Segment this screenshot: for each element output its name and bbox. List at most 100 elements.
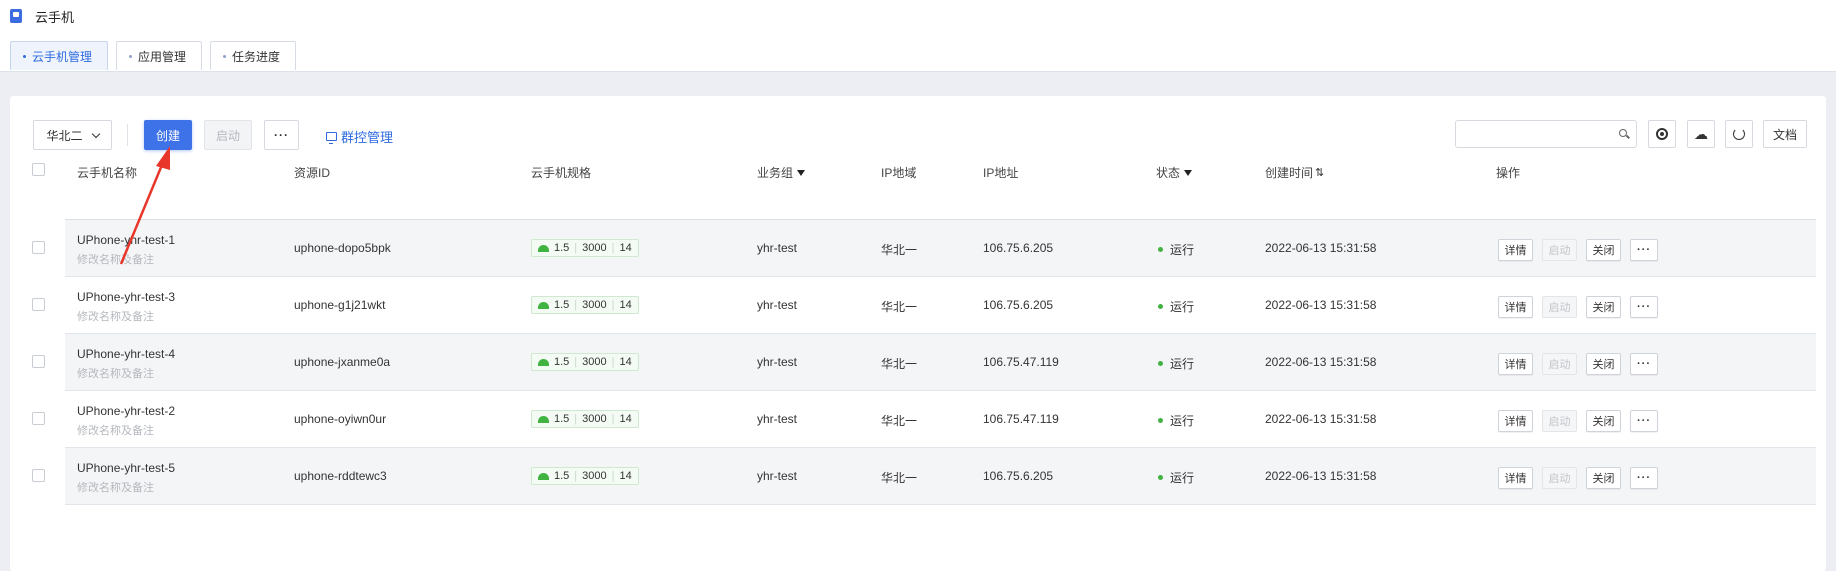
spec-android-version: 14 <box>619 299 632 311</box>
status-text: 运行 <box>1170 471 1195 485</box>
row-checkbox[interactable] <box>32 412 45 425</box>
row-close-button[interactable]: 关闭 <box>1586 296 1621 318</box>
status-indicator: 运行 <box>1158 469 1194 486</box>
more-actions-button[interactable]: ··· <box>264 120 299 150</box>
row-divider <box>65 504 1816 505</box>
row-start-button[interactable]: 启动 <box>1542 239 1577 261</box>
row-start-button[interactable]: 启动 <box>1542 296 1577 318</box>
tab-app-management[interactable]: 应用管理 <box>116 41 203 70</box>
created-time: 2022-06-13 15:31:58 <box>1265 355 1377 369</box>
column-header-ip-region: IP地域 <box>881 166 917 180</box>
row-more-button[interactable]: ··· <box>1630 296 1658 318</box>
row-checkbox[interactable] <box>32 355 45 368</box>
table-row: UPhone-yhr-test-5 修改名称及备注 uphone-rddtewc3 1… <box>10 448 1826 505</box>
column-header-created-time[interactable]: 创建时间 ⇅ <box>1265 164 1324 181</box>
spec-separator: | <box>611 413 615 425</box>
tab-label: 任务进度 <box>232 49 281 64</box>
resource-id: uphone-jxanme0a <box>294 355 391 369</box>
column-header-business-group[interactable]: 业务组 <box>757 164 806 181</box>
ip-region: 华北一 <box>881 414 918 428</box>
detail-button[interactable]: 详情 <box>1498 410 1533 432</box>
created-time: 2022-06-13 15:31:58 <box>1265 412 1377 426</box>
spec-separator: | <box>574 413 578 425</box>
column-header-resource-id: 资源ID <box>294 166 331 180</box>
row-start-button[interactable]: 启动 <box>1542 353 1577 375</box>
column-header-status[interactable]: 状态 <box>1156 164 1193 181</box>
detail-button[interactable]: 详情 <box>1498 467 1533 489</box>
detail-button[interactable]: 详情 <box>1498 239 1533 261</box>
download-button[interactable]: ☁ <box>1687 120 1715 148</box>
chevron-down-icon <box>91 129 100 138</box>
row-more-button[interactable]: ··· <box>1630 353 1658 375</box>
sort-icon[interactable]: ⇅ <box>1315 166 1324 179</box>
settings-button[interactable] <box>1648 120 1676 148</box>
row-start-button[interactable]: 启动 <box>1542 410 1577 432</box>
table-row: UPhone-yhr-test-3 修改名称及备注 uphone-g1j21wkt 1… <box>10 277 1826 334</box>
row-checkbox[interactable] <box>32 241 45 254</box>
spec-cpu: 1.5 <box>554 356 570 368</box>
spec-resolution: 3000 <box>582 242 607 254</box>
spec-separator: | <box>611 356 615 368</box>
business-group: yhr-test <box>757 412 798 426</box>
detail-button[interactable]: 详情 <box>1498 296 1533 318</box>
search-box <box>1455 120 1637 148</box>
search-input[interactable] <box>1456 121 1606 147</box>
status-running-dot-icon <box>1158 361 1163 366</box>
spec-android-version: 14 <box>619 242 632 254</box>
column-header-status-label: 状态 <box>1156 166 1181 180</box>
row-close-button[interactable]: 关闭 <box>1586 239 1621 261</box>
ip-address: 106.75.6.205 <box>983 241 1054 255</box>
phone-name: UPhone-yhr-test-5 <box>77 461 176 475</box>
group-control-label: 群控管理 <box>341 130 394 145</box>
refresh-button[interactable] <box>1725 120 1753 148</box>
row-checkbox[interactable] <box>32 298 45 311</box>
filter-icon[interactable] <box>797 169 806 176</box>
ip-address: 106.75.6.205 <box>983 298 1054 312</box>
search-icon[interactable] <box>1619 129 1627 137</box>
tab-label: 应用管理 <box>138 49 187 64</box>
android-icon <box>538 244 549 252</box>
ip-region: 华北一 <box>881 471 918 485</box>
business-group: yhr-test <box>757 241 798 255</box>
region-select[interactable]: 华北二 <box>33 120 112 150</box>
start-button[interactable]: 启动 <box>204 120 252 150</box>
spec-android-version: 14 <box>619 356 632 368</box>
edit-name-remark-link[interactable]: 修改名称及备注 <box>77 365 154 381</box>
create-button[interactable]: 创建 <box>144 120 192 150</box>
filter-icon[interactable] <box>1184 169 1193 176</box>
docs-button[interactable]: 文档 <box>1763 120 1807 148</box>
select-all-checkbox[interactable] <box>32 163 45 176</box>
created-time: 2022-06-13 15:31:58 <box>1265 298 1377 312</box>
edit-name-remark-link[interactable]: 修改名称及备注 <box>77 251 154 267</box>
status-text: 运行 <box>1170 357 1195 371</box>
edit-name-remark-link[interactable]: 修改名称及备注 <box>77 308 154 324</box>
edit-name-remark-link[interactable]: 修改名称及备注 <box>77 479 154 495</box>
phone-spec-badge: 1.5 | 3000 | 14 <box>531 239 639 257</box>
top-header: 云手机 云手机管理 应用管理 任务进度 <box>0 0 1836 72</box>
edit-name-remark-link[interactable]: 修改名称及备注 <box>77 422 154 438</box>
row-more-button[interactable]: ··· <box>1630 410 1658 432</box>
group-control-link[interactable]: 群控管理 <box>326 127 393 146</box>
row-checkbox[interactable] <box>32 469 45 482</box>
detail-button[interactable]: 详情 <box>1498 353 1533 375</box>
row-more-button[interactable]: ··· <box>1630 239 1658 261</box>
spec-cpu: 1.5 <box>554 413 570 425</box>
row-close-button[interactable]: 关闭 <box>1586 410 1621 432</box>
table-row: UPhone-yhr-test-4 修改名称及备注 uphone-jxanme0a 1… <box>10 334 1826 391</box>
status-running-dot-icon <box>1158 247 1163 252</box>
spec-resolution: 3000 <box>582 299 607 311</box>
spec-separator: | <box>574 242 578 254</box>
tab-task-progress[interactable]: 任务进度 <box>210 41 297 70</box>
phone-name: UPhone-yhr-test-1 <box>77 233 176 247</box>
column-header-spec: 云手机规格 <box>531 166 592 180</box>
spec-android-version: 14 <box>619 470 632 482</box>
ip-region: 华北一 <box>881 300 918 314</box>
ip-region: 华北一 <box>881 243 918 257</box>
row-start-button[interactable]: 启动 <box>1542 467 1577 489</box>
tab-dot-icon <box>129 54 133 58</box>
row-more-button[interactable]: ··· <box>1630 467 1658 489</box>
tab-cloud-phone-management[interactable]: 云手机管理 <box>10 41 109 70</box>
android-icon <box>538 472 549 480</box>
row-close-button[interactable]: 关闭 <box>1586 467 1621 489</box>
row-close-button[interactable]: 关闭 <box>1586 353 1621 375</box>
